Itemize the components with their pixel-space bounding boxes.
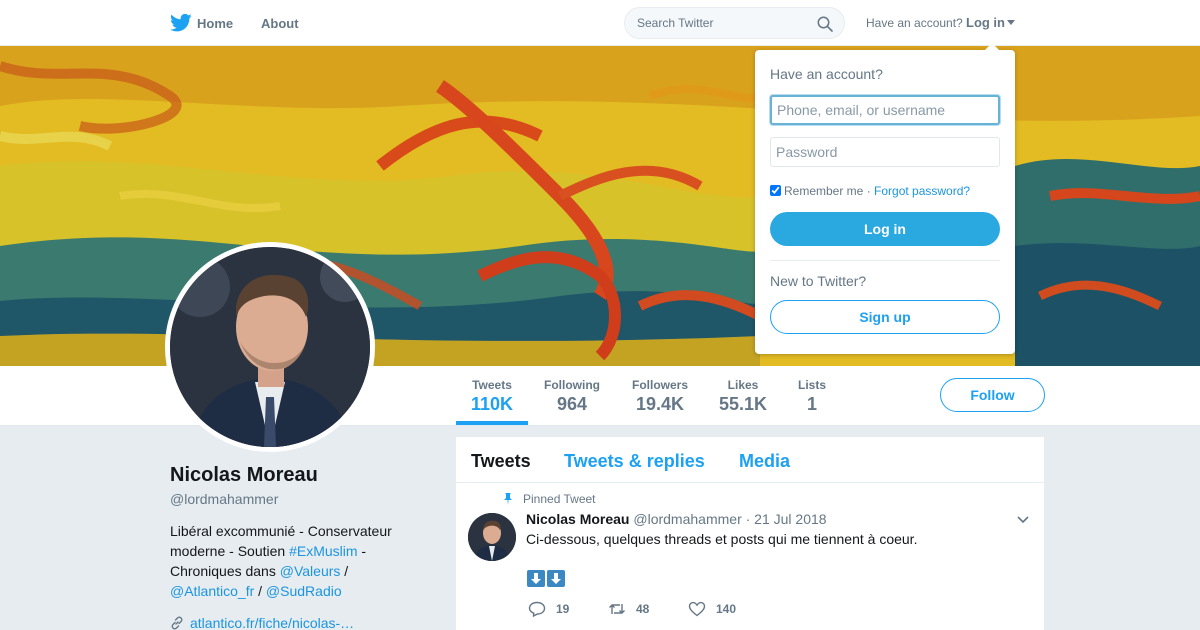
stat-label: Lists — [797, 378, 826, 392]
chevron-down-icon[interactable] — [1017, 516, 1029, 524]
stat-likes[interactable]: Likes 55.1K — [708, 378, 778, 415]
pinned-tweet-label: Pinned Tweet — [502, 492, 596, 506]
bio-separator: / — [340, 563, 349, 579]
profile-bio: Libéral excommunié - Conservateur modern… — [170, 521, 410, 601]
bio-hashtag-link[interactable]: #ExMuslim — [289, 543, 357, 559]
tweet-author-handle[interactable]: @lordmahammer — [633, 511, 741, 527]
forgot-password-link[interactable]: Forgot password? — [874, 184, 970, 198]
stat-following[interactable]: Following 964 — [536, 378, 608, 415]
bio-mention-link[interactable]: @Valeurs — [280, 563, 341, 579]
tweet-author-name[interactable]: Nicolas Moreau — [526, 511, 629, 527]
tab-tweets[interactable]: Tweets — [471, 451, 531, 472]
separator-dot: · — [863, 184, 875, 198]
tweet-header: Nicolas Moreau @lordmahammer · 21 Jul 20… — [526, 511, 827, 527]
new-to-twitter-text: New to Twitter? — [770, 273, 867, 289]
stat-label: Tweets — [472, 378, 512, 392]
login-menu-link[interactable]: Log in — [966, 15, 1005, 30]
remember-me-checkbox[interactable] — [770, 185, 781, 196]
remember-me-label[interactable]: Remember me — [784, 184, 863, 198]
stat-value: 55.1K — [718, 394, 768, 414]
bio-mention-link[interactable]: @Atlantico_fr — [170, 583, 254, 599]
twitter-bird-icon[interactable] — [170, 13, 192, 33]
stat-tweets[interactable]: Tweets 110K — [456, 378, 528, 415]
like-count: 140 — [716, 602, 737, 616]
profile-avatar[interactable] — [165, 242, 375, 452]
heart-icon — [688, 601, 706, 617]
website-link[interactable]: atlantico.fr/fiche/nicolas-… — [190, 615, 354, 630]
tweet-text: Ci-dessous, quelques threads et posts qu… — [526, 531, 918, 547]
stat-value: 1 — [806, 394, 817, 414]
active-stat-underline — [456, 421, 528, 425]
stat-value: 110K — [470, 394, 514, 414]
bio-mention-link[interactable]: @SudRadio — [266, 583, 342, 599]
tab-tweets-replies[interactable]: Tweets & replies — [564, 451, 705, 472]
login-button[interactable]: Log in — [770, 212, 1000, 246]
timeline: Tweets Tweets & replies Media Pinned Twe… — [456, 437, 1044, 630]
down-arrow-emoji-icon — [527, 570, 545, 587]
reply-action[interactable]: 19 — [528, 601, 570, 618]
profile-name: Nicolas Moreau — [170, 464, 318, 486]
login-dropdown-title: Have an account? — [770, 66, 883, 82]
pin-icon — [504, 493, 512, 505]
like-action[interactable]: 140 — [688, 601, 736, 617]
username-field[interactable] — [770, 95, 1000, 125]
stat-value: 19.4K — [635, 394, 685, 414]
divider — [770, 260, 1000, 261]
nav-home-link[interactable]: Home — [197, 16, 233, 31]
tab-media[interactable]: Media — [739, 451, 790, 472]
stat-value: 964 — [556, 394, 588, 414]
link-icon — [171, 616, 183, 630]
chevron-down-icon[interactable] — [1007, 20, 1015, 25]
stat-lists[interactable]: Lists 1 — [788, 378, 836, 415]
login-dropdown: Have an account? Remember me · Forgot pa… — [755, 43, 1015, 354]
search-box — [624, 7, 845, 39]
stat-label: Following — [544, 378, 600, 392]
stat-followers[interactable]: Followers 19.4K — [622, 378, 698, 415]
search-icon[interactable] — [817, 16, 833, 32]
reply-icon — [528, 601, 546, 618]
timeline-tabs: Tweets Tweets & replies Media — [456, 437, 1044, 483]
bio-separator: / — [254, 583, 266, 599]
password-field[interactable] — [770, 137, 1000, 167]
tweet-date[interactable]: · 21 Jul 2018 — [746, 511, 827, 527]
down-arrow-emoji-icon — [547, 570, 565, 587]
retweet-count: 48 — [636, 602, 650, 616]
tweet-avatar[interactable] — [468, 513, 516, 561]
pinned-tweet-text: Pinned Tweet — [523, 492, 596, 506]
top-nav: Home About Have an account? Log in — [0, 0, 1200, 46]
search-input[interactable] — [637, 16, 807, 30]
profile-handle: @lordmahammer — [170, 491, 279, 507]
profile-website: atlantico.fr/fiche/nicolas-… — [170, 615, 354, 630]
stat-label: Likes — [727, 378, 759, 392]
retweet-action[interactable]: 48 — [608, 601, 649, 617]
retweet-icon — [609, 604, 625, 614]
signup-button[interactable]: Sign up — [770, 300, 1000, 334]
follow-button[interactable]: Follow — [940, 378, 1045, 412]
stat-label: Followers — [631, 378, 688, 392]
reply-count: 19 — [556, 602, 570, 616]
have-account-text: Have an account? — [866, 16, 963, 30]
remember-row: Remember me · Forgot password? — [770, 184, 970, 198]
nav-about-link[interactable]: About — [261, 16, 299, 31]
